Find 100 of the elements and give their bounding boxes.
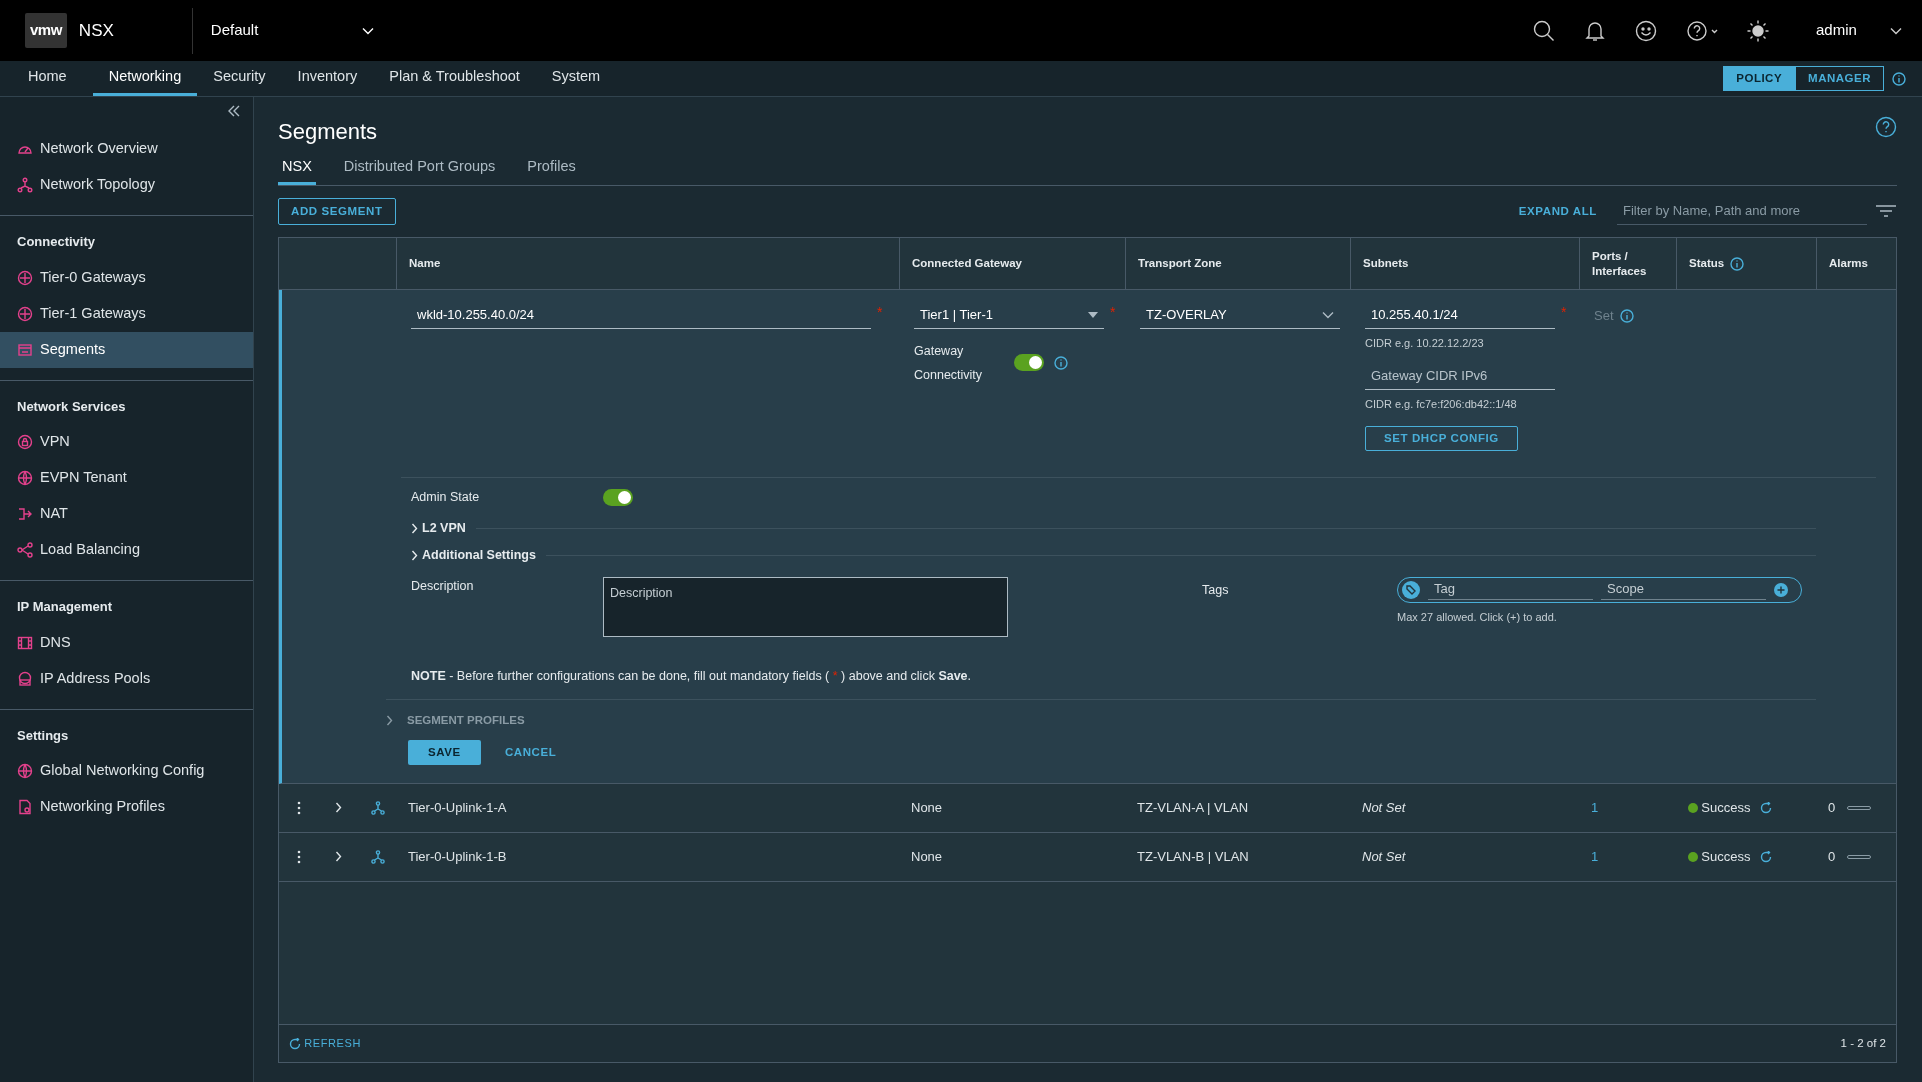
chevron-right-icon: [386, 715, 393, 727]
filter-field[interactable]: Filter by Name, Path and more: [1617, 198, 1867, 225]
status-text: Success: [1701, 848, 1751, 866]
kebab-icon[interactable]: [297, 849, 301, 864]
sidebar-item[interactable]: IP Address Pools: [0, 660, 253, 697]
router-icon: [17, 305, 33, 322]
alarm-bar: [1847, 854, 1872, 859]
sidebar-item[interactable]: Tier-0 Gateways: [0, 259, 253, 296]
mode-toggle[interactable]: POLICY: [1723, 65, 1796, 92]
required-mark: *: [1561, 303, 1567, 322]
section-toggle[interactable]: Additional Settings: [411, 545, 536, 565]
filter-icon[interactable]: [1875, 205, 1897, 218]
gateway-dropdown[interactable]: Tier1 | Tier-1: [914, 302, 1104, 329]
page-tab[interactable]: Profiles: [523, 156, 580, 185]
nav-tab[interactable]: Inventory: [281, 61, 374, 96]
page-tab[interactable]: Distributed Port Groups: [339, 156, 500, 185]
globe-icon: [17, 763, 33, 779]
project-dropdown[interactable]: Default: [191, 7, 392, 54]
section-heading: Settings: [16, 726, 70, 745]
table-cell: Not Set: [1362, 800, 1406, 815]
connectivity-toggle[interactable]: [1014, 354, 1044, 371]
sidebar-item[interactable]: Global Networking Config: [0, 753, 253, 789]
save-button[interactable]: SAVE: [408, 739, 481, 765]
lock-icon: [17, 434, 33, 450]
column-header: Ports / Interfaces: [1592, 249, 1648, 278]
column-header: Transport Zone: [1138, 255, 1222, 271]
tag-field[interactable]: Tag: [1428, 579, 1593, 600]
add-segment-button[interactable]: ADD SEGMENT: [278, 197, 396, 225]
nav-tab[interactable]: System: [535, 61, 617, 96]
pool-icon: [17, 670, 33, 687]
product-name: NSX: [78, 19, 114, 42]
section-toggle[interactable]: SEGMENT PROFILES: [386, 712, 525, 730]
alarm-count: 0: [1828, 848, 1836, 866]
status-text: Success: [1701, 799, 1751, 817]
topology-icon: [371, 849, 385, 864]
section-heading: IP Management: [16, 598, 114, 616]
field-label: Tags: [1202, 581, 1230, 599]
user-menu[interactable]: admin: [1798, 7, 1908, 54]
column-header: Name: [409, 255, 441, 271]
table-cell: Not Set: [1362, 849, 1406, 864]
chevron-down-icon: [1322, 310, 1334, 319]
smiley-icon[interactable]: [1634, 18, 1658, 43]
transport-zone-dropdown[interactable]: TZ-OVERLAY: [1140, 302, 1340, 329]
sidebar-item[interactable]: EVPN Tenant: [0, 460, 253, 496]
sidebar-item[interactable]: VPN: [0, 424, 253, 460]
chevron-right-icon: [411, 522, 418, 534]
ipv6-field[interactable]: Gateway CIDR IPv6: [1365, 363, 1555, 390]
alarm-count: 0: [1828, 799, 1836, 817]
expand-icon[interactable]: [335, 851, 342, 863]
sidebar-item[interactable]: Network Topology: [0, 167, 253, 203]
description-field[interactable]: Description: [603, 576, 1008, 637]
sidebar-item[interactable]: Load Balancing: [0, 532, 253, 568]
page-tab[interactable]: NSX: [278, 156, 316, 185]
sidebar-item[interactable]: Segments: [0, 331, 253, 368]
help-icon[interactable]: [1686, 18, 1718, 43]
expand-all-link[interactable]: EXPAND ALL: [1518, 202, 1597, 220]
column-header: Alarms: [1829, 255, 1868, 271]
sidebar-item[interactable]: NAT: [0, 496, 253, 532]
segment-name: Tier-0-Uplink-1-B: [408, 849, 507, 864]
expand-icon[interactable]: [335, 802, 342, 814]
kebab-icon[interactable]: [297, 800, 301, 815]
refresh-icon[interactable]: [1759, 801, 1772, 814]
nav-tab[interactable]: Security: [197, 61, 282, 96]
refresh-button[interactable]: REFRESH: [289, 1035, 361, 1052]
field-hint: CIDR e.g. fc7e:f206:db42::1/48: [1365, 396, 1518, 412]
nav-tab[interactable]: Plan & Troubleshoot: [373, 61, 536, 96]
nav-tab[interactable]: Home: [12, 61, 83, 96]
column-header: Status: [1689, 255, 1725, 271]
sidebar-item[interactable]: Networking Profiles: [0, 789, 253, 825]
section-toggle[interactable]: L2 VPN: [411, 519, 466, 538]
caret-icon: [1088, 311, 1098, 318]
logo: vmw: [25, 13, 67, 48]
chevron-down-icon: [1890, 26, 1902, 35]
subnet-field[interactable]: 10.255.40.1/24: [1365, 302, 1555, 329]
table-cell: None: [911, 800, 943, 815]
refresh-icon[interactable]: [1759, 850, 1772, 863]
field-label: Description: [411, 577, 475, 595]
field-hint: CIDR e.g. 10.22.12.2/23: [1365, 335, 1485, 351]
collapse-icon[interactable]: [227, 105, 241, 117]
add-icon[interactable]: [1774, 582, 1788, 597]
info-icon: [1619, 308, 1634, 323]
nat-icon: [17, 506, 33, 522]
search-icon[interactable]: [1532, 18, 1556, 43]
ports-link[interactable]: 1: [1591, 849, 1599, 864]
scope-field[interactable]: Scope: [1601, 579, 1766, 600]
help-icon[interactable]: [1875, 115, 1897, 138]
sidebar-item[interactable]: Tier-1 Gateways: [0, 295, 253, 332]
table-cell: None: [911, 849, 943, 864]
name-field[interactable]: wkld-10.255.40.0/24: [411, 302, 871, 329]
admin-state-toggle[interactable]: [603, 489, 633, 507]
sidebar-item[interactable]: Network Overview: [0, 131, 253, 167]
ports-link[interactable]: 1: [1591, 800, 1599, 815]
cancel-button[interactable]: CANCEL: [504, 743, 557, 761]
table-cell: TZ-VLAN-B | VLAN: [1137, 849, 1249, 864]
mode-toggle[interactable]: MANAGER: [1795, 65, 1884, 92]
topology-icon: [17, 177, 33, 193]
ports-set-text: Set: [1594, 307, 1614, 325]
sidebar-item[interactable]: DNS: [0, 624, 253, 661]
dhcp-config-button[interactable]: SET DHCP CONFIG: [1365, 426, 1518, 452]
sun-icon[interactable]: [1746, 18, 1770, 43]
